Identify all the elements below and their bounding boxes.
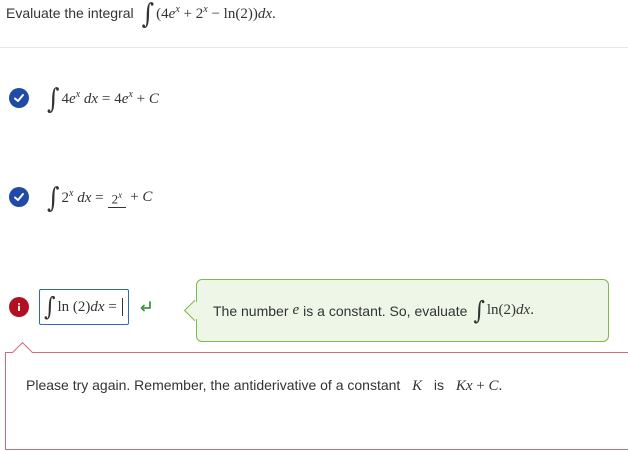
integral-sign: ∫ — [47, 82, 60, 116]
hint-prefix: The number — [213, 302, 289, 319]
question-prompt: Evaluate the integral ∫ (4ex + 2x − ln(2… — [6, 0, 276, 31]
integral-sign: ∫ — [473, 296, 485, 326]
fraction-numerator: 2x — [107, 190, 127, 209]
step-1-rhs: 4ex + C — [114, 88, 159, 107]
step-2-fraction: 2x — [107, 190, 127, 210]
step-2: ∫ 2x dx = 2x + C — [9, 181, 153, 215]
info-icon — [9, 297, 29, 317]
return-arrow-icon — [138, 299, 154, 315]
question-integrand: (4ex + 2x − ln(2))dx. — [156, 3, 276, 22]
step-3: ∫ ln (2)dx = — [9, 289, 154, 325]
check-icon — [9, 187, 29, 207]
hint-variable: e — [292, 302, 300, 318]
integral-sign: ∫ — [44, 293, 56, 322]
page: Evaluate the integral ∫ (4ex + 2x − ln(2… — [0, 0, 628, 451]
hint-bubble: The number e is a constant. So, evaluate… — [196, 279, 609, 342]
step-2-rhs: + C — [130, 188, 153, 205]
step-2-lhs: 2x dx = — [61, 187, 104, 206]
feedback-const-var: K — [412, 378, 423, 394]
step-1: ∫ 4ex dx = 4ex + C — [9, 82, 159, 116]
feedback-text: Please try again. Remember, the antideri… — [26, 377, 502, 395]
answer-value[interactable] — [120, 298, 123, 316]
feedback-is-word: is — [433, 377, 445, 393]
section-divider — [0, 47, 628, 48]
step-3-lhs: ln (2)dx = — [57, 298, 117, 315]
hint-expression: ln(2)dx. — [486, 302, 534, 318]
feedback-box: Please try again. Remember, the antideri… — [5, 352, 628, 450]
check-icon — [9, 88, 29, 108]
integral-sign: ∫ — [47, 181, 60, 215]
feedback-result: Kx + C. — [455, 378, 503, 394]
step-1-lhs: 4ex dx = — [61, 88, 111, 107]
integral-sign: ∫ — [141, 0, 155, 31]
feedback-prefix: Please try again. Remember, the antideri… — [26, 377, 401, 393]
question-label: Evaluate the integral — [6, 5, 134, 21]
answer-input[interactable]: ∫ ln (2)dx = — [39, 289, 129, 325]
hint-middle: is a constant. So, evaluate — [303, 302, 468, 319]
